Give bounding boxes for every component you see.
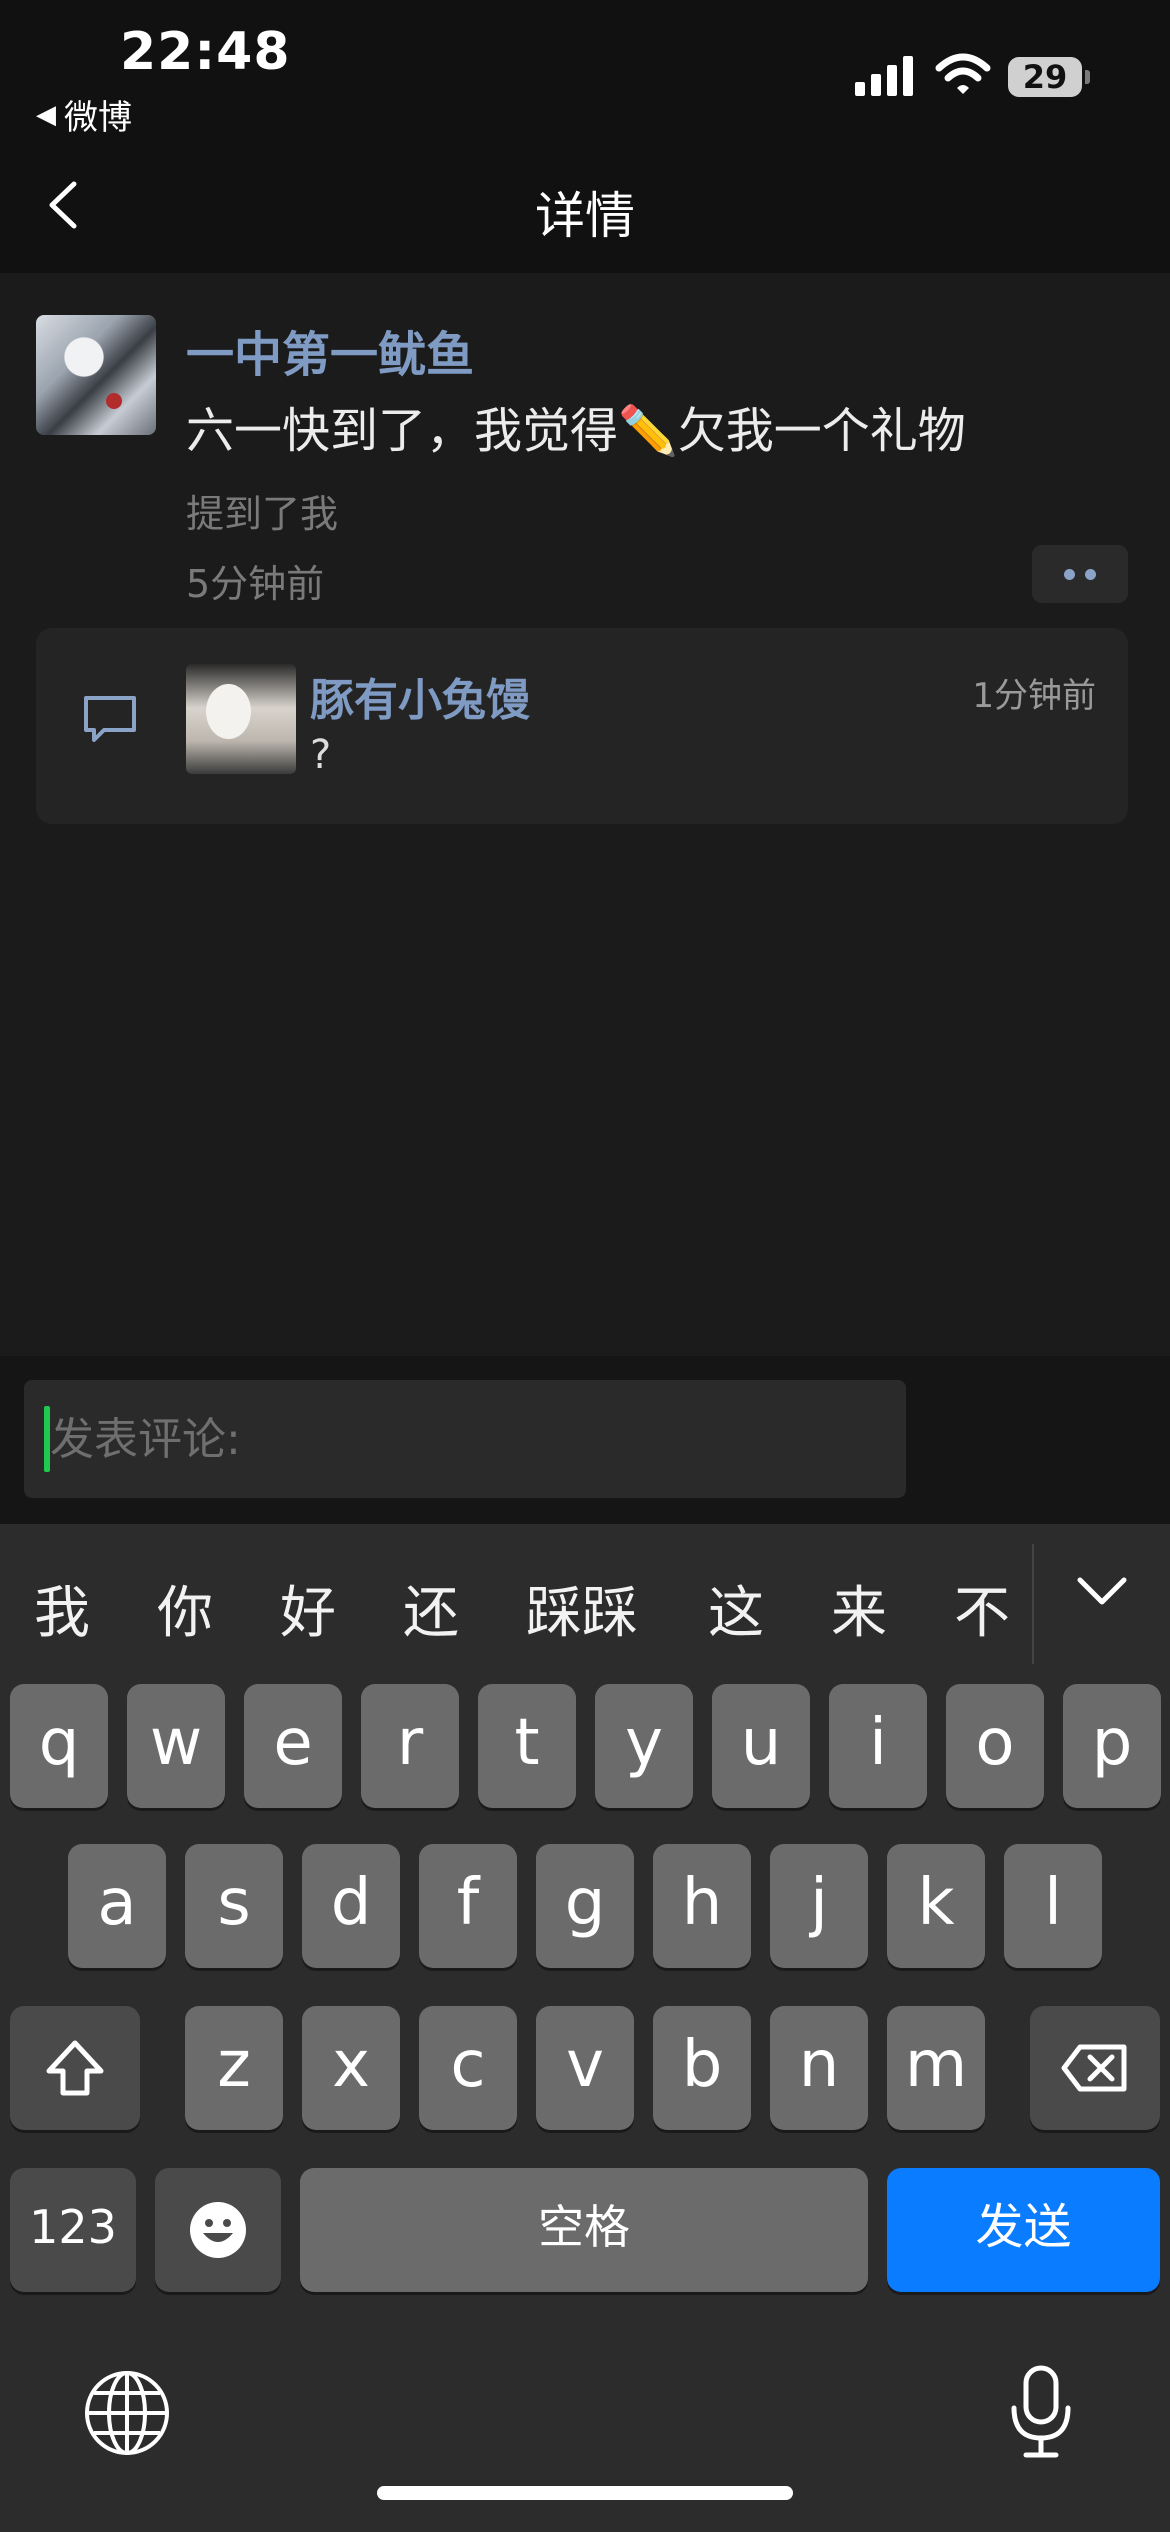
key-q[interactable]: q xyxy=(10,1684,108,1808)
home-indicator[interactable] xyxy=(377,2486,793,2500)
key-m[interactable]: m xyxy=(887,2006,985,2130)
candidate-word[interactable]: 你 xyxy=(157,1568,213,1649)
key-p[interactable]: p xyxy=(1063,1684,1161,1808)
nav-bar: 详情 xyxy=(0,140,1170,273)
reply-time: 1分钟前 xyxy=(972,676,1096,716)
delete-icon xyxy=(1061,2044,1127,2092)
battery-icon: 29 xyxy=(1008,57,1090,97)
key-b[interactable]: b xyxy=(653,2006,751,2130)
key-u[interactable]: u xyxy=(712,1684,810,1808)
mention-label: 提到了我 xyxy=(186,492,339,536)
more-dots-icon xyxy=(1064,568,1075,580)
battery-level: 29 xyxy=(1022,58,1068,96)
key-r[interactable]: r xyxy=(361,1684,459,1808)
detail-content: 一中第一鱿鱼 六一快到了，我觉得✏️欠我一个礼物 提到了我 5分钟前 豚有小兔馒… xyxy=(0,273,1170,1356)
more-options-button[interactable] xyxy=(1032,545,1128,603)
candidate-divider xyxy=(1032,1544,1034,1664)
key-t[interactable]: t xyxy=(478,1684,576,1808)
reply-avatar[interactable] xyxy=(186,664,296,774)
key-y[interactable]: y xyxy=(595,1684,693,1808)
key-g[interactable]: g xyxy=(536,1844,634,1968)
send-key[interactable]: 发送 xyxy=(887,2168,1160,2292)
signal-icon xyxy=(855,56,913,96)
shift-icon xyxy=(46,2040,104,2096)
key-j[interactable]: j xyxy=(770,1844,868,1968)
page-title: 详情 xyxy=(535,187,635,245)
key-s[interactable]: s xyxy=(185,1844,283,1968)
text-caret xyxy=(44,1406,50,1472)
wifi-icon xyxy=(935,53,991,94)
candidate-word[interactable]: 好 xyxy=(280,1568,336,1649)
space-key[interactable]: 空格 xyxy=(300,2168,868,2292)
emoji-icon xyxy=(190,2202,246,2258)
comment-bubble-icon[interactable] xyxy=(82,694,138,746)
numbers-key[interactable]: 123 xyxy=(10,2168,136,2292)
shift-key[interactable] xyxy=(10,2006,140,2130)
candidate-bar: 我 你 好 还 踩踩 这 来 不 xyxy=(0,1524,1170,1674)
comment-input[interactable] xyxy=(24,1380,906,1498)
reply-author[interactable]: 豚有小兔馒 xyxy=(310,664,530,728)
candidate-word[interactable]: 还 xyxy=(403,1568,459,1649)
key-z[interactable]: z xyxy=(185,2006,283,2130)
keyboard: 我 你 好 还 踩踩 这 来 不 q w e r t y u i o p a s… xyxy=(0,1524,1170,2532)
reply-text: ? xyxy=(310,732,332,778)
status-bar: 22:48 ◀ 微博 29 xyxy=(0,0,1170,140)
emoji-key[interactable] xyxy=(155,2168,281,2292)
key-o[interactable]: o xyxy=(946,1684,1044,1808)
candidate-word[interactable]: 这 xyxy=(708,1568,764,1649)
poster-avatar[interactable] xyxy=(36,315,156,435)
candidate-word[interactable]: 不 xyxy=(954,1568,1010,1649)
candidate-word[interactable]: 我 xyxy=(34,1568,90,1649)
key-f[interactable]: f xyxy=(419,1844,517,1968)
poster-name[interactable]: 一中第一鱿鱼 xyxy=(186,315,474,385)
collapse-chevron-icon[interactable] xyxy=(1074,1572,1130,1612)
candidate-word[interactable]: 踩踩 xyxy=(526,1568,638,1649)
delete-key[interactable] xyxy=(1030,2006,1160,2130)
key-x[interactable]: x xyxy=(302,2006,400,2130)
post-text: 六一快到了，我觉得✏️欠我一个礼物 xyxy=(186,403,966,459)
reply-card[interactable]: 豚有小兔馒 1分钟前 ? xyxy=(36,628,1128,824)
key-e[interactable]: e xyxy=(244,1684,342,1808)
key-i[interactable]: i xyxy=(829,1684,927,1808)
key-l[interactable]: l xyxy=(1004,1844,1102,1968)
key-v[interactable]: v xyxy=(536,2006,634,2130)
key-d[interactable]: d xyxy=(302,1844,400,1968)
key-n[interactable]: n xyxy=(770,2006,868,2130)
status-time: 22:48 xyxy=(120,22,291,82)
comment-bar xyxy=(0,1356,1170,1524)
back-app-label: 微博 xyxy=(64,98,132,138)
key-k[interactable]: k xyxy=(887,1844,985,1968)
key-c[interactable]: c xyxy=(419,2006,517,2130)
candidate-word[interactable]: 来 xyxy=(831,1568,887,1649)
back-to-app-link[interactable]: ◀ 微博 xyxy=(36,90,132,139)
post-time: 5分钟前 xyxy=(186,562,325,606)
back-triangle-icon: ◀ xyxy=(36,99,56,130)
key-w[interactable]: w xyxy=(127,1684,225,1808)
key-a[interactable]: a xyxy=(68,1844,166,1968)
microphone-icon[interactable] xyxy=(1006,2364,1076,2460)
globe-icon[interactable] xyxy=(82,2368,172,2458)
key-h[interactable]: h xyxy=(653,1844,751,1968)
